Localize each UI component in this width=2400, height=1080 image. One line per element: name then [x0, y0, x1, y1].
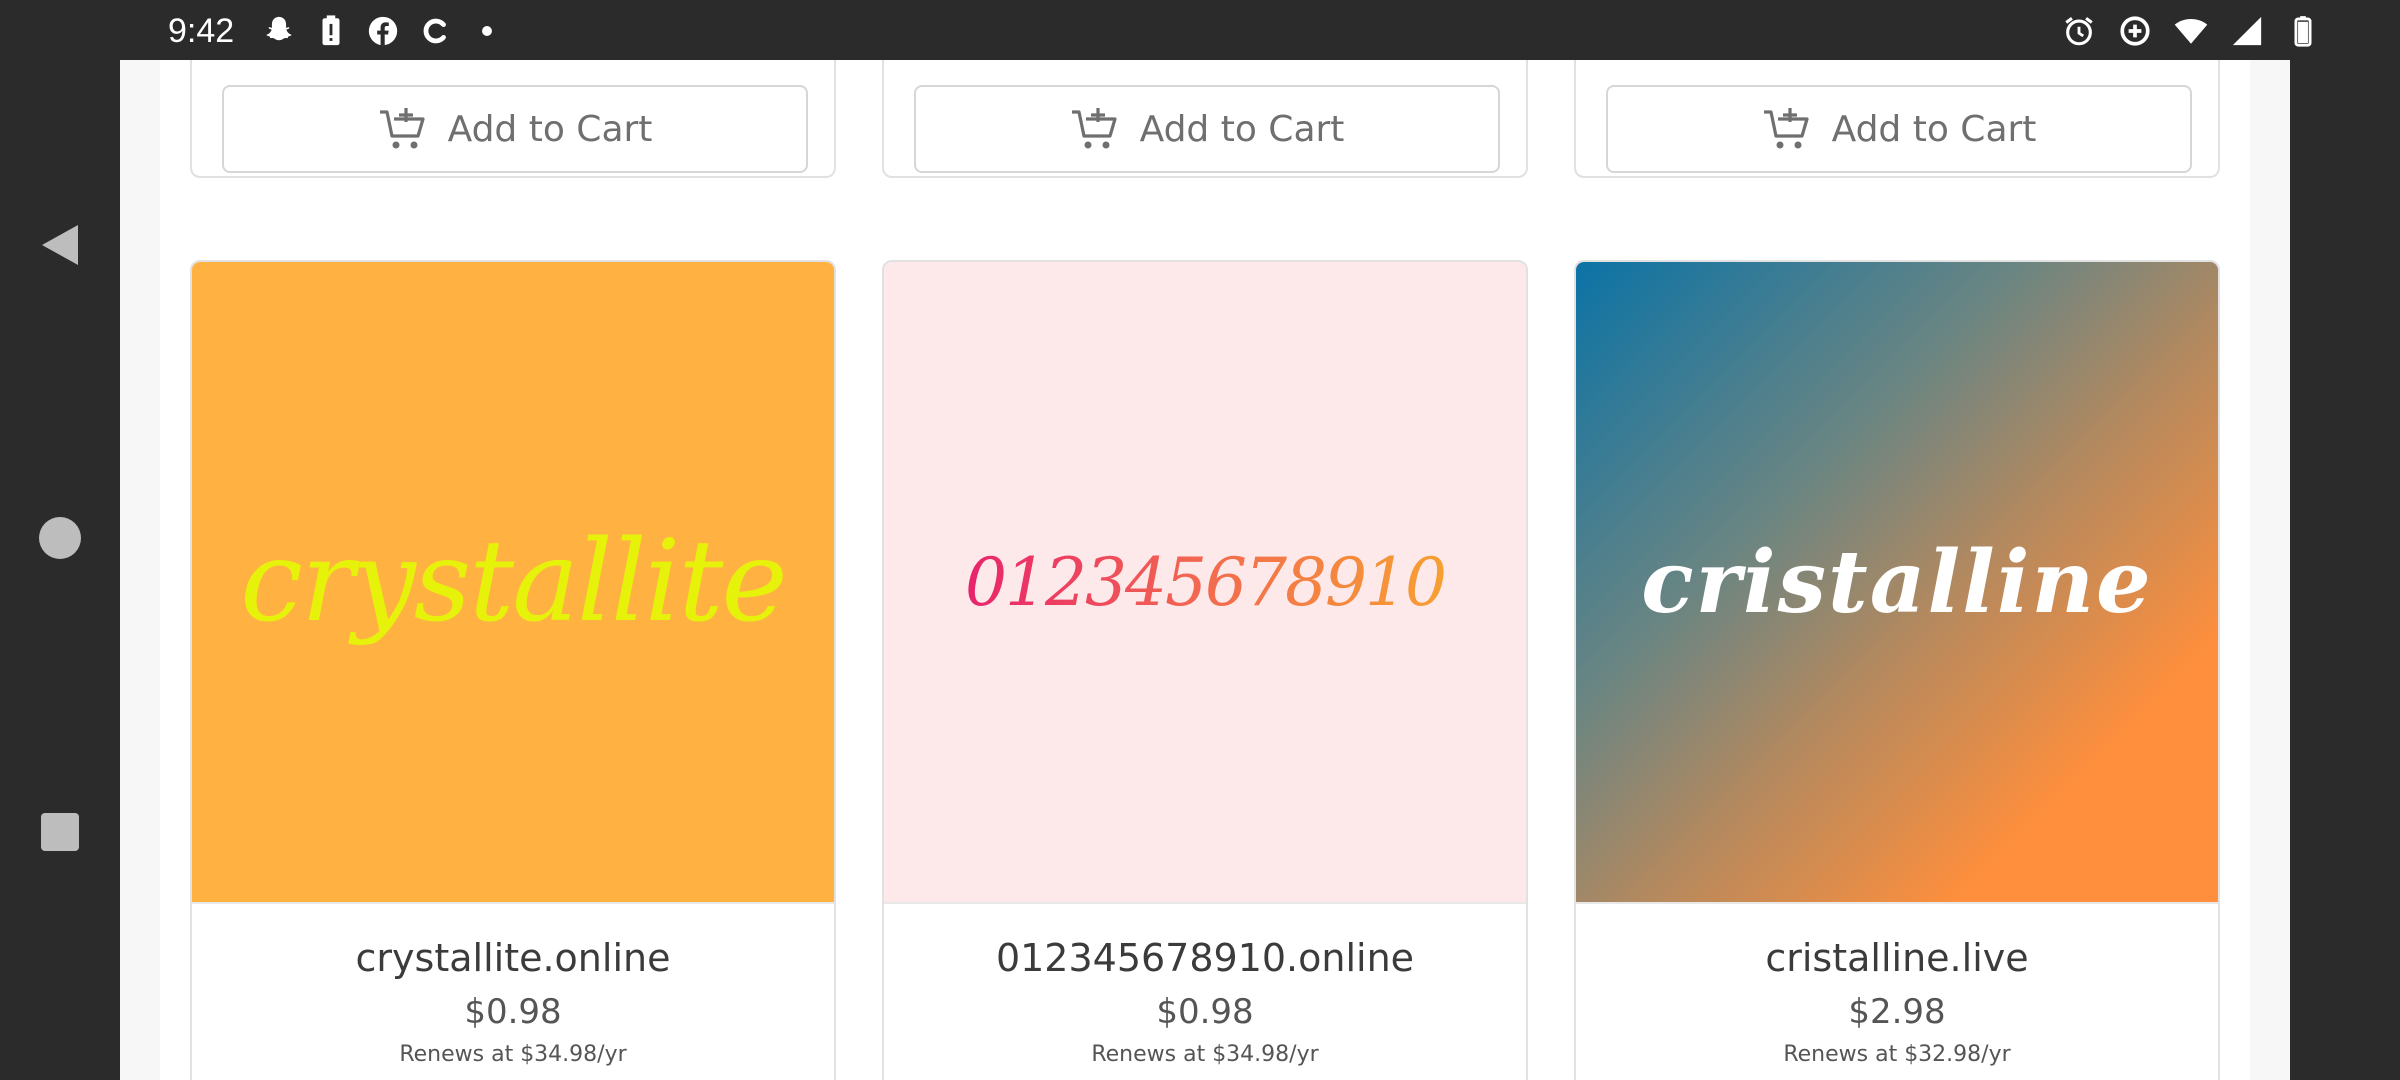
browser-viewport: Add to Cart Add to Cart Add to Cart crys… [120, 60, 2290, 1080]
product-card[interactable]: cristalline cristalline.live $2.98 Renew… [1574, 260, 2220, 1080]
product-domain[interactable]: cristalline.live [1576, 936, 2218, 980]
product-price: $2.98 [1848, 992, 1946, 1032]
product-card-top-2: Add to Cart [882, 60, 1528, 178]
c-app-icon [418, 14, 452, 48]
product-renewal: Renews at $34.98/yr [1091, 1042, 1319, 1067]
back-triangle-icon [40, 223, 80, 271]
add-to-cart-label: Add to Cart [1831, 108, 2037, 150]
home-circle-icon [38, 516, 82, 564]
product-price: $0.98 [464, 992, 562, 1032]
cart-plus-icon [379, 108, 425, 149]
product-card[interactable]: 012345678910 012345678910.online $0.98 R… [882, 260, 1528, 1080]
data-saver-icon [2118, 14, 2152, 48]
add-to-cart-button[interactable]: Add to Cart [914, 85, 1500, 173]
product-art-image[interactable]: 012345678910 [884, 262, 1526, 904]
add-to-cart-button[interactable]: Add to Cart [1606, 85, 2192, 173]
status-time: 9:42 [168, 12, 235, 50]
recents-square-icon [40, 812, 80, 856]
product-domain[interactable]: crystallite.online [192, 936, 834, 980]
product-card[interactable]: crystallite crystallite.online $0.98 Ren… [190, 260, 836, 1080]
product-card-top-1: Add to Cart [190, 60, 836, 178]
navigation-bar [0, 60, 120, 1080]
product-card-top-3: Add to Cart [1574, 60, 2220, 178]
battery-alert-icon [314, 14, 348, 48]
product-renewal: Renews at $34.98/yr [399, 1042, 627, 1067]
signal-icon [2230, 14, 2264, 48]
cart-plus-icon [1763, 108, 1809, 149]
wifi-icon [2174, 14, 2208, 48]
add-to-cart-label: Add to Cart [447, 108, 653, 150]
add-to-cart-label: Add to Cart [1139, 108, 1345, 150]
battery-icon [2286, 14, 2320, 48]
cart-plus-icon [1071, 108, 1117, 149]
product-domain[interactable]: 012345678910.online [884, 936, 1526, 980]
product-grid: Add to Cart Add to Cart Add to Cart crys… [160, 60, 2250, 1080]
product-art-image[interactable]: cristalline [1576, 262, 2218, 904]
status-bar: 9:42 [0, 0, 2400, 60]
alarm-icon [2062, 14, 2096, 48]
product-price: $0.98 [1156, 992, 1254, 1032]
product-art-text: cristalline [1641, 531, 2153, 633]
dot-icon [470, 14, 504, 48]
home-button[interactable] [30, 510, 90, 570]
add-to-cart-button[interactable]: Add to Cart [222, 85, 808, 173]
product-art-text: crystallite [240, 517, 788, 647]
snapchat-icon [262, 14, 296, 48]
product-art-image[interactable]: crystallite [192, 262, 834, 904]
product-renewal: Renews at $32.98/yr [1783, 1042, 2011, 1067]
facebook-icon [366, 14, 400, 48]
recents-button[interactable] [30, 804, 90, 864]
back-button[interactable] [30, 217, 90, 277]
product-art-text: 012345678910 [965, 543, 1447, 621]
